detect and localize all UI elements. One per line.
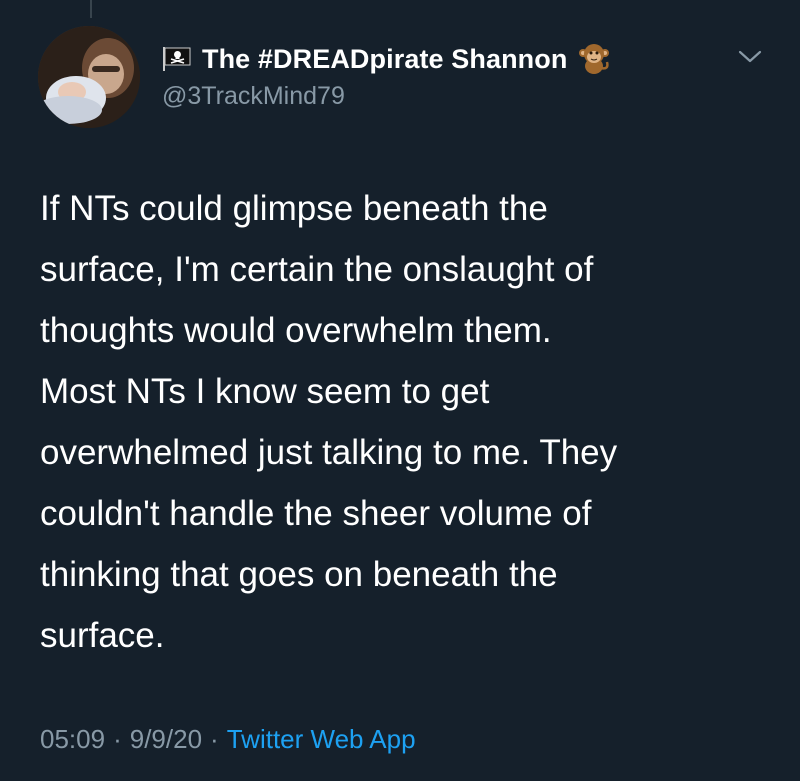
tweet-date[interactable]: 9/9/20: [130, 724, 202, 754]
tweet-card: The #DREADpirate Shannon @3TrackMind79 I…: [0, 0, 800, 781]
tweet-header: The #DREADpirate Shannon @3TrackMind79: [162, 42, 611, 111]
user-handle[interactable]: @3TrackMind79: [162, 82, 611, 111]
chevron-down-icon[interactable]: [736, 46, 764, 68]
name-row: The #DREADpirate Shannon: [162, 42, 611, 76]
display-name[interactable]: The #DREADpirate Shannon: [202, 44, 567, 75]
meta-separator: ·: [113, 724, 122, 754]
tweet-source-link[interactable]: Twitter Web App: [227, 724, 416, 754]
meta-separator: ·: [210, 724, 219, 754]
avatar[interactable]: [38, 26, 140, 128]
tweet-time[interactable]: 05:09: [40, 724, 105, 754]
pirate-flag-icon: [162, 46, 192, 72]
tweet-metadata: 05:09 · 9/9/20 · Twitter Web App: [40, 724, 416, 755]
thread-connector-line: [90, 0, 92, 18]
tweet-text: If NTs could glimpse beneath the surface…: [40, 189, 618, 655]
monkey-emoji-icon: [577, 42, 611, 76]
